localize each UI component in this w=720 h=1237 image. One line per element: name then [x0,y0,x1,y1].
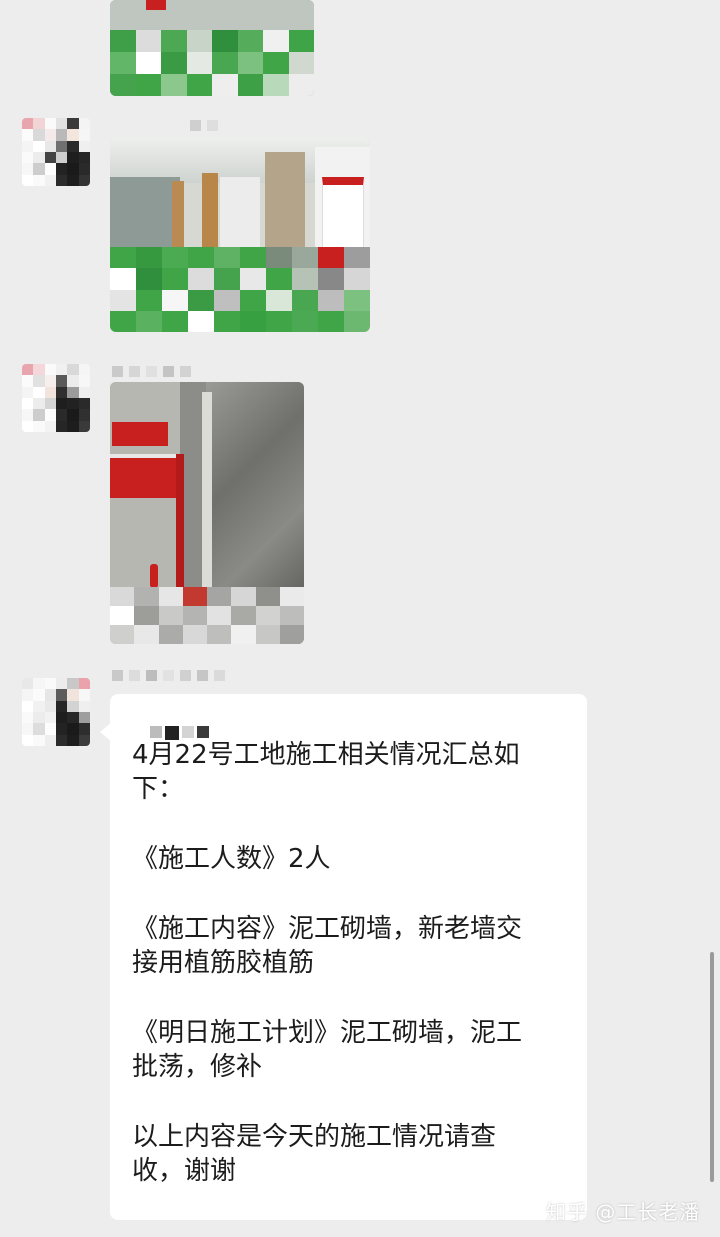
message-line: 《明日施工计划》泥工砌墙，泥工 [132,1018,523,1048]
chat-image-wall[interactable] [110,382,304,644]
image-concrete-wall [206,382,304,602]
watermark: 知乎 @工长老潘 [546,1200,701,1224]
image-extinguisher [150,564,158,588]
sender-name-mosaic [190,120,218,131]
message-line: 4月22号工地施工相关情况汇总如 [132,740,520,770]
chat-image-corridor[interactable] [110,137,370,332]
image-red-sign [146,0,166,10]
message-line: 以上内容是今天的施工情况请查 [132,1122,497,1152]
message-line: 接用植筋胶植筋 [132,948,315,978]
sender-avatar[interactable] [22,678,90,746]
image-pixelated-floor [110,30,314,96]
message-line: 收，谢谢 [132,1156,237,1186]
sender-avatar[interactable] [22,364,90,432]
chat-image-partial[interactable] [110,0,314,96]
sender-avatar[interactable] [22,118,90,186]
image-red-banner [112,422,168,446]
image-pixelated-floor [110,587,304,644]
sender-name-mosaic [112,366,191,377]
sender-name-mosaic [112,670,225,681]
message-line: 《施工内容》泥工砌墙，新老墙交 [132,914,523,944]
scrollbar[interactable] [710,952,714,1182]
image-pixelated-floor [110,247,370,332]
image-wall-region [110,0,314,30]
mention-mosaic [150,726,209,740]
message-bubble[interactable]: 4月22号工地施工相关情况汇总如 下： 《施工人数》2人 《施工内容》泥工砌墙，… [110,694,587,1220]
message-line: 下： [132,774,185,804]
message-line: 《施工人数》2人 [132,844,331,874]
image-red-frame [176,454,184,594]
message-line: 批荡，修补 [132,1052,263,1082]
image-red-poster [110,454,176,498]
image-pipe [202,392,212,602]
